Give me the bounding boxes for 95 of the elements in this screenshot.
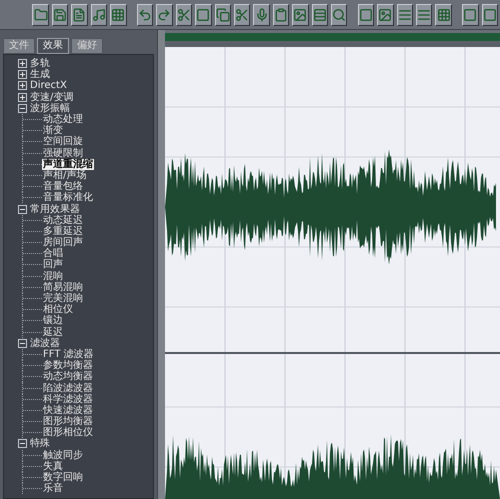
tree-item[interactable]: 完美混响: [42, 293, 84, 304]
undo-icon: [138, 8, 152, 22]
tree-item[interactable]: 相位仪: [42, 304, 74, 316]
tree-item[interactable]: 常用效果器: [30, 204, 80, 215]
image-icon: [293, 8, 308, 22]
tree-item[interactable]: 动态处理: [42, 114, 84, 126]
tree-item[interactable]: 合唱: [42, 248, 64, 260]
folder-icon: [34, 8, 48, 22]
toolbar-button[interactable]: [358, 4, 374, 26]
tree-item[interactable]: 快速滤波器: [42, 404, 94, 416]
tree-item[interactable]: 图形均衡器: [42, 416, 94, 428]
toolbar-button[interactable]: [272, 4, 290, 26]
copy-icon: [216, 8, 230, 22]
save-icon: [53, 8, 68, 22]
toolbar-button[interactable]: [292, 4, 309, 26]
tree-item[interactable]: 空间回旋: [42, 136, 84, 148]
search-icon: [332, 8, 346, 22]
toolbar-button[interactable]: [312, 4, 328, 26]
toolbar-button[interactable]: [416, 4, 432, 26]
tree-item[interactable]: 渐变: [42, 125, 64, 136]
tree-item[interactable]: 生成: [30, 69, 50, 80]
toolbar-button[interactable]: [110, 4, 126, 26]
tree-item[interactable]: 镶边: [42, 315, 64, 326]
image-icon: [378, 8, 392, 22]
tree-item[interactable]: 音量标准化: [42, 192, 94, 204]
tree-item[interactable]: 简易混响: [42, 282, 84, 293]
toolbar-button[interactable]: [331, 4, 348, 26]
tree-item[interactable]: 延迟: [42, 326, 64, 338]
tree-item[interactable]: 乐音: [42, 483, 64, 494]
tree-item[interactable]: 多重延迟: [42, 226, 84, 237]
grid-icon: [111, 8, 126, 22]
tree-item[interactable]: 回声: [42, 259, 64, 270]
expand-icon[interactable]: [18, 70, 27, 80]
expand-icon[interactable]: [18, 59, 27, 68]
tree-item[interactable]: 特殊: [30, 438, 50, 450]
tree-item[interactable]: 混响: [42, 270, 64, 282]
tree-item[interactable]: 陷波滤波器: [42, 382, 94, 394]
toolbar-button[interactable]: [32, 4, 49, 26]
toolbar-button[interactable]: [156, 4, 173, 26]
toolbar-button[interactable]: [482, 4, 498, 26]
toolbar-button[interactable]: [396, 4, 414, 26]
tree-item[interactable]: 强硬限制: [42, 148, 84, 159]
tree-item[interactable]: 房间回声: [42, 237, 84, 248]
tree-item[interactable]: 声相/声场: [42, 170, 88, 181]
toolbar-button[interactable]: [195, 4, 212, 26]
toolbar-button[interactable]: [214, 4, 231, 26]
tree-item[interactable]: 科学滤波器: [42, 394, 94, 405]
tree-item[interactable]: 图形相位仪: [42, 427, 94, 438]
tree-item[interactable]: DirectX: [30, 80, 67, 92]
grid-icon: [436, 8, 451, 22]
tree-item[interactable]: 动态延迟: [42, 214, 84, 226]
toolbar-button[interactable]: [462, 4, 479, 26]
rows-icon: [312, 8, 327, 22]
tree-item[interactable]: 动态均衡器: [42, 371, 94, 382]
scissors-icon: [176, 8, 191, 22]
toolbar-button[interactable]: [253, 4, 270, 26]
collapse-icon[interactable]: [18, 439, 27, 448]
toolbar-button[interactable]: [52, 4, 68, 26]
scissors-icon: [235, 8, 250, 22]
tree-item[interactable]: 多轨: [30, 58, 50, 70]
expand-icon[interactable]: [18, 92, 27, 102]
square-icon: [359, 8, 373, 22]
tree-item[interactable]: 声道重混缩: [42, 158, 94, 170]
tree-item[interactable]: 失真: [42, 460, 64, 472]
scrollbar[interactable]: [157, 30, 165, 499]
toolbar-button[interactable]: [136, 4, 154, 26]
panel-tab[interactable]: 效果: [37, 38, 69, 54]
square-icon: [463, 8, 478, 22]
tree-item[interactable]: 触波同步: [42, 450, 84, 461]
tree-item[interactable]: FFT 滤波器: [42, 348, 95, 360]
toolbar-button[interactable]: [234, 4, 250, 26]
expand-icon[interactable]: [18, 81, 27, 90]
tree-item[interactable]: 数字回响: [42, 472, 84, 484]
tree-item[interactable]: 音量包络: [42, 181, 84, 192]
tree-item[interactable]: 参数均衡器: [42, 360, 94, 372]
tree-item[interactable]: 滤波器: [30, 338, 60, 349]
toolbar-button[interactable]: [90, 4, 108, 26]
document-icon: [72, 8, 86, 22]
collapse-icon[interactable]: [18, 204, 27, 214]
toolbar-button[interactable]: [377, 4, 394, 26]
toolbar-button[interactable]: [176, 4, 192, 26]
toolbar-button[interactable]: [435, 4, 452, 26]
toolbar-button[interactable]: [71, 4, 88, 26]
square-icon: [482, 8, 497, 22]
square-icon: [196, 8, 210, 22]
music-icon: [92, 8, 106, 22]
clipboard-icon: [274, 8, 288, 22]
lines-icon: [417, 8, 432, 22]
tree-item[interactable]: 变速/变调: [30, 92, 74, 103]
microphone-icon: [254, 8, 269, 22]
collapse-icon[interactable]: [18, 104, 27, 113]
tree-item[interactable]: 波形振幅: [30, 102, 70, 114]
redo-icon: [157, 8, 172, 22]
collapse-icon[interactable]: [18, 338, 27, 348]
lines-icon: [398, 8, 412, 22]
